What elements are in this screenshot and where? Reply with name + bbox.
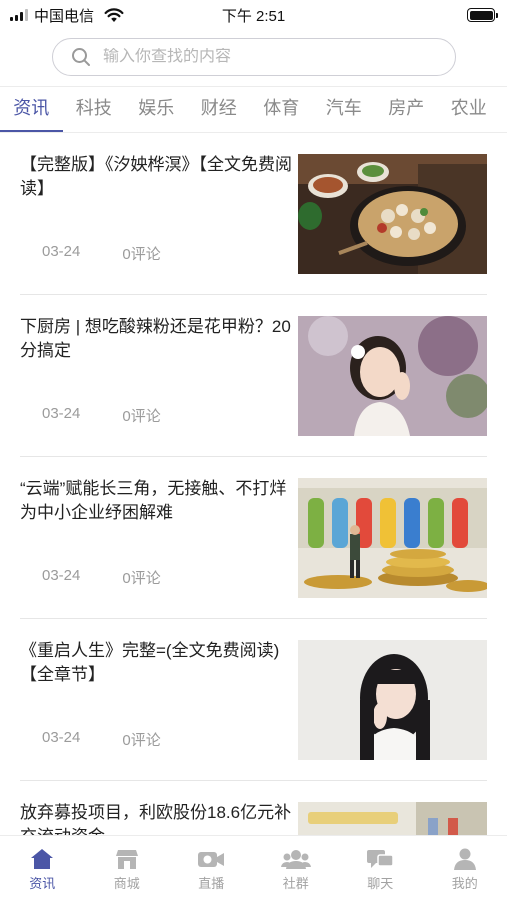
tab-news[interactable]: 资讯	[0, 88, 63, 132]
store-icon	[115, 850, 138, 869]
nav-chat[interactable]: 聊天	[338, 836, 423, 900]
user-icon	[453, 848, 476, 870]
tab-agriculture[interactable]: 农业	[438, 88, 501, 132]
news-date: 03-24	[42, 243, 81, 260]
news-date: 03-24	[42, 729, 81, 746]
nav-label: 直播	[198, 876, 225, 891]
nav-label: 资讯	[29, 876, 56, 891]
status-bar: 中国电信 下午 2:51	[0, 0, 507, 30]
battery-icon	[467, 8, 498, 22]
nav-label: 社群	[282, 876, 309, 891]
nav-profile[interactable]: 我的	[423, 836, 507, 900]
news-title: 下厨房 | 想吃酸辣粉还是花甲粉？20分搞定	[20, 317, 291, 360]
news-comments: 0评论	[122, 408, 161, 425]
news-date: 03-24	[42, 567, 81, 584]
wifi-icon	[104, 7, 124, 22]
group-icon	[280, 850, 311, 869]
news-item[interactable]: 下厨房 | 想吃酸辣粉还是花甲粉？20分搞定 03-24 0评论	[20, 295, 487, 457]
news-meta: 03-24 0评论	[42, 567, 161, 588]
tab-entertainment[interactable]: 娱乐	[125, 88, 188, 132]
news-comments: 0评论	[122, 732, 161, 749]
search-bar[interactable]	[52, 38, 456, 76]
news-meta: 03-24 0评论	[42, 243, 161, 264]
news-title: 放弃募投项目，利欧股份18.6亿元补充流动资金	[20, 803, 292, 835]
news-list: 【完整版】《汐姎桦溟》【全文免费阅读】 03-24 0评论 下厨房 | 想吃酸辣…	[0, 133, 507, 835]
tab-realestate[interactable]: 房产	[375, 88, 438, 132]
food-image	[298, 154, 487, 274]
news-meta: 03-24 0评论	[42, 405, 161, 426]
news-date: 03-24	[42, 405, 81, 422]
news-item[interactable]: 【完整版】《汐姎桦溟》【全文免费阅读】 03-24 0评论	[20, 133, 487, 295]
tab-auto[interactable]: 汽车	[313, 88, 376, 132]
battery-fill	[469, 10, 493, 20]
news-comments: 0评论	[122, 570, 161, 587]
search-icon	[72, 48, 90, 66]
tab-tech[interactable]: 科技	[63, 88, 126, 132]
tab-finance[interactable]: 财经	[188, 88, 251, 132]
news-item[interactable]: “云端”赋能长三角，无接触、不打烊为中小企业纾困解难 03-24 0评论	[20, 457, 487, 619]
coins-image	[298, 802, 487, 835]
search-input[interactable]	[103, 48, 403, 66]
nav-community[interactable]: 社群	[254, 836, 339, 900]
news-item[interactable]: 《重启人生》完整=(全文免费阅读)【全章节】 03-24 0评论	[20, 619, 487, 781]
news-title: 《重启人生》完整=(全文免费阅读)【全章节】	[20, 641, 280, 684]
carrier-label: 中国电信	[34, 7, 95, 25]
category-tabs: 资讯 科技 娱乐 财经 体育 汽车 房产 农业	[0, 88, 507, 132]
girl-portrait-image	[298, 640, 487, 760]
nav-label: 聊天	[367, 876, 394, 891]
news-meta: 03-24 0评论	[42, 729, 161, 750]
tab-sports[interactable]: 体育	[250, 88, 313, 132]
news-title: “云端”赋能长三角，无接触、不打烊为中小企业纾困解难	[20, 479, 287, 522]
news-comments: 0评论	[122, 246, 161, 263]
chat-icon	[367, 850, 394, 868]
header-divider	[0, 86, 507, 87]
status-left: 中国电信	[10, 5, 124, 26]
coins-abacus-image	[298, 478, 487, 598]
bottom-nav: 资讯 商城 直播 社群 聊天 我的	[0, 835, 507, 900]
woman-portrait-image	[298, 316, 487, 436]
signal-icon	[10, 9, 28, 21]
video-camera-icon	[198, 852, 225, 867]
news-title: 【完整版】《汐姎桦溟》【全文免费阅读】	[20, 155, 292, 198]
nav-label: 商城	[113, 876, 140, 891]
home-icon	[31, 849, 54, 869]
nav-live[interactable]: 直播	[169, 836, 254, 900]
news-item[interactable]: 放弃募投项目，利欧股份18.6亿元补充流动资金	[20, 781, 487, 835]
nav-store[interactable]: 商城	[85, 836, 170, 900]
nav-news[interactable]: 资讯	[0, 836, 85, 900]
nav-label: 我的	[451, 876, 478, 891]
